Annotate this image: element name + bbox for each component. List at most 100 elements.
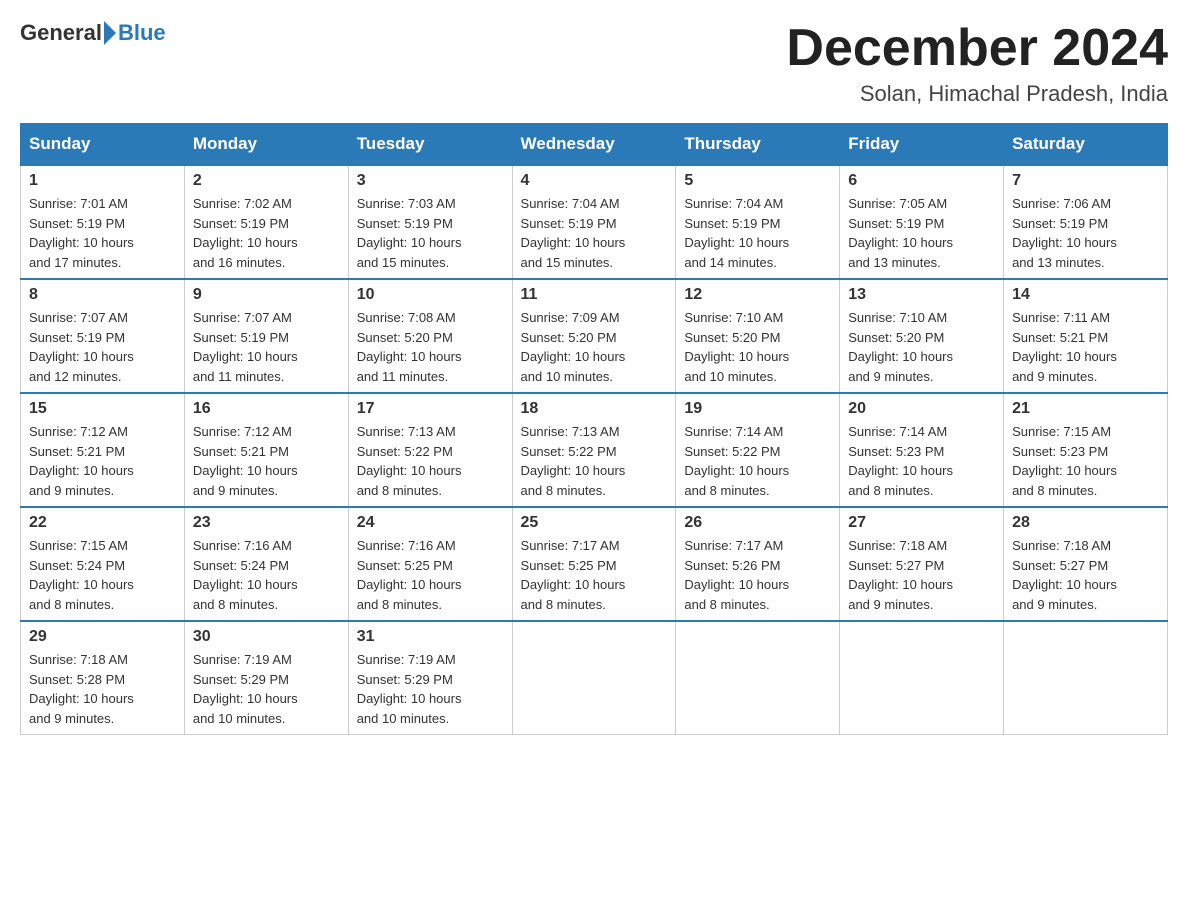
day-info: Sunrise: 7:11 AM Sunset: 5:21 PM Dayligh… (1012, 308, 1159, 386)
calendar-cell: 27 Sunrise: 7:18 AM Sunset: 5:27 PM Dayl… (840, 507, 1004, 621)
day-number: 20 (848, 400, 995, 418)
day-info: Sunrise: 7:17 AM Sunset: 5:26 PM Dayligh… (684, 536, 831, 614)
calendar-cell: 29 Sunrise: 7:18 AM Sunset: 5:28 PM Dayl… (21, 621, 185, 735)
calendar-cell: 8 Sunrise: 7:07 AM Sunset: 5:19 PM Dayli… (21, 279, 185, 393)
day-header-friday: Friday (840, 124, 1004, 166)
day-info: Sunrise: 7:12 AM Sunset: 5:21 PM Dayligh… (193, 422, 340, 500)
day-number: 8 (29, 286, 176, 304)
day-info: Sunrise: 7:08 AM Sunset: 5:20 PM Dayligh… (357, 308, 504, 386)
calendar-cell: 10 Sunrise: 7:08 AM Sunset: 5:20 PM Dayl… (348, 279, 512, 393)
calendar-cell: 18 Sunrise: 7:13 AM Sunset: 5:22 PM Dayl… (512, 393, 676, 507)
calendar-cell: 22 Sunrise: 7:15 AM Sunset: 5:24 PM Dayl… (21, 507, 185, 621)
day-info: Sunrise: 7:14 AM Sunset: 5:23 PM Dayligh… (848, 422, 995, 500)
day-number: 16 (193, 400, 340, 418)
day-number: 9 (193, 286, 340, 304)
week-row-2: 8 Sunrise: 7:07 AM Sunset: 5:19 PM Dayli… (21, 279, 1168, 393)
header-row: SundayMondayTuesdayWednesdayThursdayFrid… (21, 124, 1168, 166)
calendar-cell (840, 621, 1004, 735)
day-info: Sunrise: 7:05 AM Sunset: 5:19 PM Dayligh… (848, 194, 995, 272)
day-number: 22 (29, 514, 176, 532)
calendar-cell: 11 Sunrise: 7:09 AM Sunset: 5:20 PM Dayl… (512, 279, 676, 393)
day-number: 25 (521, 514, 668, 532)
day-number: 2 (193, 172, 340, 190)
day-info: Sunrise: 7:07 AM Sunset: 5:19 PM Dayligh… (29, 308, 176, 386)
week-row-3: 15 Sunrise: 7:12 AM Sunset: 5:21 PM Dayl… (21, 393, 1168, 507)
day-info: Sunrise: 7:12 AM Sunset: 5:21 PM Dayligh… (29, 422, 176, 500)
calendar-cell: 31 Sunrise: 7:19 AM Sunset: 5:29 PM Dayl… (348, 621, 512, 735)
day-info: Sunrise: 7:18 AM Sunset: 5:27 PM Dayligh… (1012, 536, 1159, 614)
calendar-cell: 20 Sunrise: 7:14 AM Sunset: 5:23 PM Dayl… (840, 393, 1004, 507)
calendar-cell: 15 Sunrise: 7:12 AM Sunset: 5:21 PM Dayl… (21, 393, 185, 507)
calendar-cell: 1 Sunrise: 7:01 AM Sunset: 5:19 PM Dayli… (21, 165, 185, 279)
day-info: Sunrise: 7:10 AM Sunset: 5:20 PM Dayligh… (684, 308, 831, 386)
calendar-cell: 5 Sunrise: 7:04 AM Sunset: 5:19 PM Dayli… (676, 165, 840, 279)
calendar-cell: 21 Sunrise: 7:15 AM Sunset: 5:23 PM Dayl… (1004, 393, 1168, 507)
calendar-cell: 24 Sunrise: 7:16 AM Sunset: 5:25 PM Dayl… (348, 507, 512, 621)
week-row-4: 22 Sunrise: 7:15 AM Sunset: 5:24 PM Dayl… (21, 507, 1168, 621)
calendar-cell: 7 Sunrise: 7:06 AM Sunset: 5:19 PM Dayli… (1004, 165, 1168, 279)
day-info: Sunrise: 7:03 AM Sunset: 5:19 PM Dayligh… (357, 194, 504, 272)
day-number: 29 (29, 628, 176, 646)
day-number: 6 (848, 172, 995, 190)
logo: General Blue (20, 20, 166, 46)
day-number: 1 (29, 172, 176, 190)
day-number: 5 (684, 172, 831, 190)
month-title: December 2024 (786, 20, 1168, 77)
logo-blue-text: Blue (118, 20, 166, 46)
calendar-cell: 3 Sunrise: 7:03 AM Sunset: 5:19 PM Dayli… (348, 165, 512, 279)
day-number: 11 (521, 286, 668, 304)
calendar-table: SundayMondayTuesdayWednesdayThursdayFrid… (20, 123, 1168, 735)
calendar-cell: 28 Sunrise: 7:18 AM Sunset: 5:27 PM Dayl… (1004, 507, 1168, 621)
day-number: 21 (1012, 400, 1159, 418)
day-info: Sunrise: 7:02 AM Sunset: 5:19 PM Dayligh… (193, 194, 340, 272)
day-number: 30 (193, 628, 340, 646)
day-info: Sunrise: 7:16 AM Sunset: 5:25 PM Dayligh… (357, 536, 504, 614)
day-number: 28 (1012, 514, 1159, 532)
day-number: 27 (848, 514, 995, 532)
calendar-cell: 13 Sunrise: 7:10 AM Sunset: 5:20 PM Dayl… (840, 279, 1004, 393)
logo-triangle-icon (104, 21, 116, 45)
day-number: 15 (29, 400, 176, 418)
calendar-cell: 12 Sunrise: 7:10 AM Sunset: 5:20 PM Dayl… (676, 279, 840, 393)
calendar-cell (512, 621, 676, 735)
day-info: Sunrise: 7:18 AM Sunset: 5:28 PM Dayligh… (29, 650, 176, 728)
day-info: Sunrise: 7:15 AM Sunset: 5:24 PM Dayligh… (29, 536, 176, 614)
week-row-5: 29 Sunrise: 7:18 AM Sunset: 5:28 PM Dayl… (21, 621, 1168, 735)
calendar-cell: 26 Sunrise: 7:17 AM Sunset: 5:26 PM Dayl… (676, 507, 840, 621)
day-info: Sunrise: 7:06 AM Sunset: 5:19 PM Dayligh… (1012, 194, 1159, 272)
calendar-cell: 14 Sunrise: 7:11 AM Sunset: 5:21 PM Dayl… (1004, 279, 1168, 393)
day-info: Sunrise: 7:04 AM Sunset: 5:19 PM Dayligh… (684, 194, 831, 272)
day-number: 23 (193, 514, 340, 532)
day-info: Sunrise: 7:07 AM Sunset: 5:19 PM Dayligh… (193, 308, 340, 386)
calendar-cell: 4 Sunrise: 7:04 AM Sunset: 5:19 PM Dayli… (512, 165, 676, 279)
day-info: Sunrise: 7:17 AM Sunset: 5:25 PM Dayligh… (521, 536, 668, 614)
day-number: 4 (521, 172, 668, 190)
day-info: Sunrise: 7:18 AM Sunset: 5:27 PM Dayligh… (848, 536, 995, 614)
calendar-cell: 23 Sunrise: 7:16 AM Sunset: 5:24 PM Dayl… (184, 507, 348, 621)
day-number: 14 (1012, 286, 1159, 304)
day-header-thursday: Thursday (676, 124, 840, 166)
day-info: Sunrise: 7:13 AM Sunset: 5:22 PM Dayligh… (357, 422, 504, 500)
title-section: December 2024 Solan, Himachal Pradesh, I… (786, 20, 1168, 107)
calendar-cell: 19 Sunrise: 7:14 AM Sunset: 5:22 PM Dayl… (676, 393, 840, 507)
day-info: Sunrise: 7:16 AM Sunset: 5:24 PM Dayligh… (193, 536, 340, 614)
calendar-cell (676, 621, 840, 735)
day-info: Sunrise: 7:09 AM Sunset: 5:20 PM Dayligh… (521, 308, 668, 386)
day-info: Sunrise: 7:01 AM Sunset: 5:19 PM Dayligh… (29, 194, 176, 272)
day-number: 12 (684, 286, 831, 304)
day-header-saturday: Saturday (1004, 124, 1168, 166)
day-number: 19 (684, 400, 831, 418)
calendar-cell: 2 Sunrise: 7:02 AM Sunset: 5:19 PM Dayli… (184, 165, 348, 279)
day-info: Sunrise: 7:19 AM Sunset: 5:29 PM Dayligh… (193, 650, 340, 728)
calendar-cell: 17 Sunrise: 7:13 AM Sunset: 5:22 PM Dayl… (348, 393, 512, 507)
day-number: 18 (521, 400, 668, 418)
day-header-wednesday: Wednesday (512, 124, 676, 166)
week-row-1: 1 Sunrise: 7:01 AM Sunset: 5:19 PM Dayli… (21, 165, 1168, 279)
day-number: 7 (1012, 172, 1159, 190)
logo-general-text: General (20, 20, 102, 46)
calendar-cell: 9 Sunrise: 7:07 AM Sunset: 5:19 PM Dayli… (184, 279, 348, 393)
day-number: 10 (357, 286, 504, 304)
day-info: Sunrise: 7:14 AM Sunset: 5:22 PM Dayligh… (684, 422, 831, 500)
day-info: Sunrise: 7:04 AM Sunset: 5:19 PM Dayligh… (521, 194, 668, 272)
calendar-cell: 16 Sunrise: 7:12 AM Sunset: 5:21 PM Dayl… (184, 393, 348, 507)
